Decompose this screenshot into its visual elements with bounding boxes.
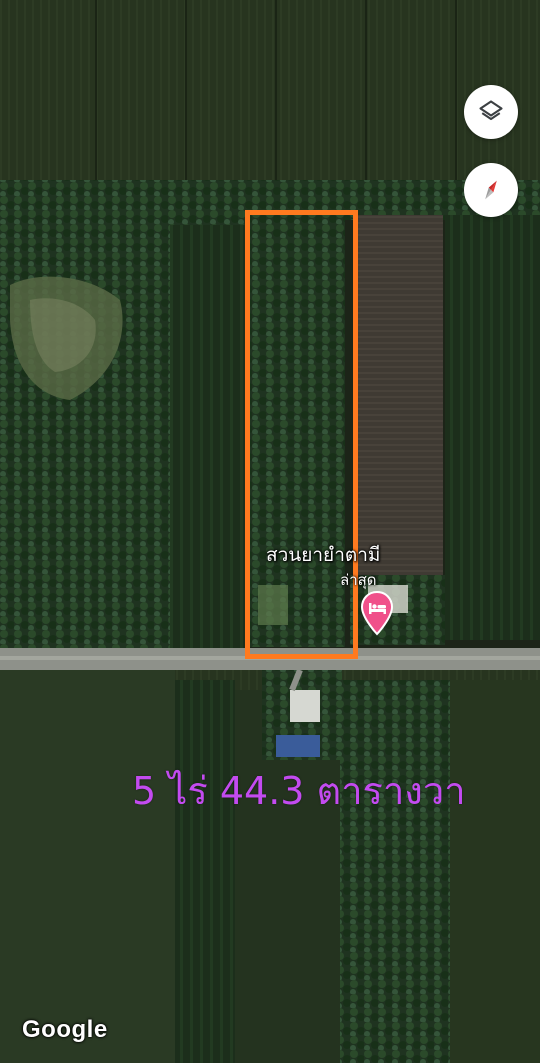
compass-button[interactable] [464,163,518,217]
place-label[interactable]: สวนยายำตามี [266,540,380,570]
map-layers-button[interactable] [464,85,518,139]
area-annotation: 5 ไร่ 44.3 ตารางวา [132,769,466,813]
hotel-marker[interactable] [360,590,394,636]
google-logo: Google [22,1016,108,1043]
layers-icon [479,100,503,121]
satellite-map[interactable]: สวนยายำตามี ล่าสุด 5 ไร่ 44.3 ตารางวา Go… [0,0,540,1063]
place-sublabel: ล่าสุด [340,571,377,589]
compass-icon [485,180,497,200]
